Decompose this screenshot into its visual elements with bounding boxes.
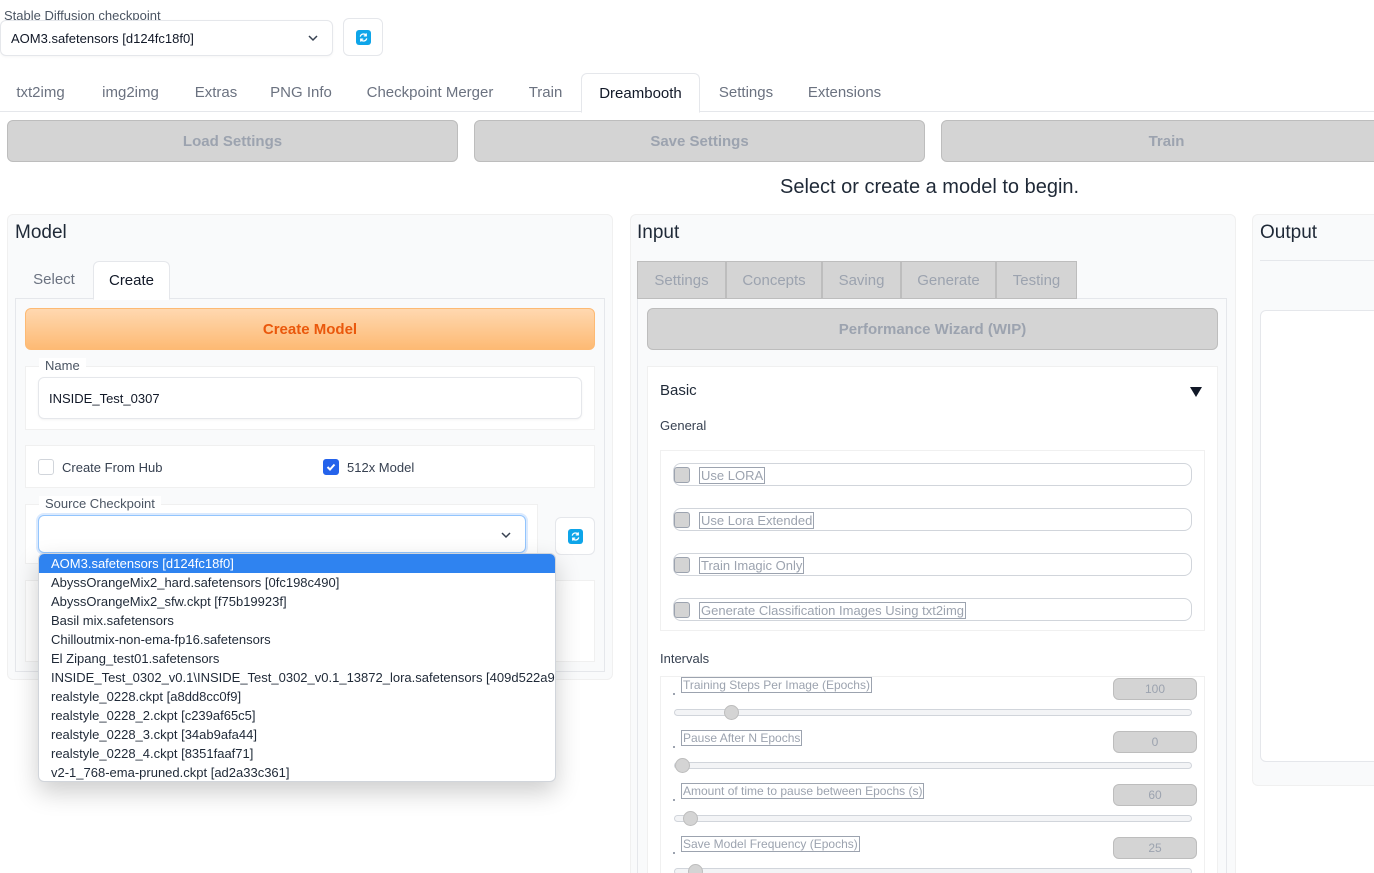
- general-label: General: [660, 418, 707, 433]
- training-steps-input[interactable]: 100: [1113, 678, 1197, 700]
- pause-after-n-epochs-label: Pause After N Epochs: [681, 730, 803, 746]
- use-lora-extended-label: Use Lora Extended: [699, 512, 815, 529]
- dropdown-option[interactable]: AbyssOrangeMix2_sfw.ckpt [f75b19923f]: [39, 592, 555, 611]
- dropdown-option[interactable]: AOM3.safetensors [d124fc18f0]: [39, 554, 555, 573]
- check-icon: [326, 463, 336, 471]
- dropdown-option[interactable]: INSIDE_Test_0302_v0.1\INSIDE_Test_0302_v…: [39, 668, 555, 687]
- use-lora-option[interactable]: Use LORA: [673, 463, 1192, 486]
- slider-marker: [673, 799, 675, 801]
- checkpoint-select[interactable]: AOM3.safetensors [d124fc18f0]: [0, 20, 333, 56]
- train-imagic-only-option[interactable]: Train Imagic Only: [673, 553, 1192, 576]
- pause-after-n-epochs-slider[interactable]: [674, 762, 1192, 769]
- save-model-frequency-slider[interactable]: [674, 868, 1192, 873]
- tab-settings[interactable]: Settings: [705, 73, 787, 112]
- slider-marker: [673, 693, 675, 695]
- tab-train[interactable]: Train: [515, 73, 576, 112]
- output-divider: [1260, 260, 1374, 261]
- tab-checkpoint-merger[interactable]: Checkpoint Merger: [350, 73, 510, 112]
- use-lora-extended-option[interactable]: Use Lora Extended: [673, 508, 1192, 531]
- dropdown-option[interactable]: v2-1_768-ema-pruned.ckpt [ad2a33c361]: [39, 763, 555, 781]
- tab-model-select[interactable]: Select: [15, 261, 93, 299]
- use-lora-extended-checkbox[interactable]: [674, 512, 690, 528]
- output-gallery: [1260, 310, 1374, 762]
- dropdown-option[interactable]: El Zipang_test01.safetensors: [39, 649, 555, 668]
- train-imagic-only-label: Train Imagic Only: [699, 557, 805, 574]
- intervals-label: Intervals: [660, 651, 710, 666]
- tab-input-settings[interactable]: Settings: [637, 261, 726, 299]
- chevron-down-icon: [501, 532, 511, 539]
- tab-input-concepts[interactable]: Concepts: [726, 261, 822, 299]
- save-model-frequency-label: Save Model Frequency (Epochs): [681, 836, 860, 852]
- pause-time-slider-thumb[interactable]: [683, 811, 698, 826]
- tab-txt2img[interactable]: txt2img: [0, 73, 81, 112]
- basic-section-title[interactable]: Basic: [660, 382, 697, 399]
- pause-after-n-epochs-slider-thumb[interactable]: [675, 758, 690, 773]
- generate-classification-option[interactable]: Generate Classification Images Using txt…: [673, 598, 1192, 621]
- checkpoint-value: AOM3.safetensors [d124fc18f0]: [11, 30, 194, 46]
- 512x-model-label: 512x Model: [347, 460, 415, 475]
- training-steps-label: Training Steps Per Image (Epochs): [681, 677, 872, 693]
- dropdown-option[interactable]: realstyle_0228_2.ckpt [c239af65c5]: [39, 706, 555, 725]
- tab-input-testing[interactable]: Testing: [996, 261, 1077, 299]
- create-from-hub-label: Create From Hub: [62, 460, 163, 475]
- source-checkpoint-select[interactable]: [38, 515, 526, 553]
- save-settings-button[interactable]: Save Settings: [474, 120, 925, 162]
- name-label: Name: [39, 358, 86, 373]
- pause-time-slider[interactable]: [674, 815, 1192, 822]
- output-panel-title: Output: [1260, 222, 1318, 243]
- refresh-icon: [567, 528, 583, 544]
- source-checkpoint-dropdown: AOM3.safetensors [d124fc18f0] AbyssOrang…: [38, 553, 556, 782]
- input-panel-title: Input: [637, 222, 680, 243]
- dropdown-option[interactable]: Basil mix.safetensors: [39, 611, 555, 630]
- train-button[interactable]: Train: [941, 120, 1374, 162]
- main-tab-bar: txt2img img2img Extras PNG Info Checkpoi…: [0, 73, 1374, 113]
- generate-classification-label: Generate Classification Images Using txt…: [699, 602, 967, 619]
- tab-model-create[interactable]: Create: [93, 261, 170, 300]
- create-from-hub-checkbox[interactable]: [38, 459, 54, 475]
- slider-marker: [673, 852, 675, 854]
- chevron-down-icon: [308, 35, 318, 42]
- tab-input-generate[interactable]: Generate: [901, 261, 996, 299]
- tab-input-saving[interactable]: Saving: [822, 261, 901, 299]
- save-model-frequency-input[interactable]: 25: [1113, 837, 1197, 859]
- tab-extensions[interactable]: Extensions: [792, 73, 897, 112]
- model-panel-title: Model: [15, 222, 67, 243]
- refresh-icon: [355, 29, 371, 45]
- slider-marker: [673, 746, 675, 748]
- dropdown-option[interactable]: AbyssOrangeMix2_hard.safetensors [0fc198…: [39, 573, 555, 592]
- source-checkpoint-label: Source Checkpoint: [39, 496, 161, 511]
- create-model-button[interactable]: Create Model: [25, 308, 595, 350]
- use-lora-label: Use LORA: [699, 467, 766, 484]
- use-lora-checkbox[interactable]: [674, 467, 690, 483]
- pause-time-label: Amount of time to pause between Epochs (…: [681, 783, 925, 799]
- pause-time-input[interactable]: 60: [1113, 784, 1197, 806]
- performance-wizard-button[interactable]: Performance Wizard (WIP): [647, 308, 1218, 350]
- name-value: INSIDE_Test_0307: [49, 390, 160, 406]
- checkpoint-refresh-button[interactable]: [343, 18, 383, 56]
- tab-img2img[interactable]: img2img: [86, 73, 175, 112]
- 512x-model-checkbox[interactable]: [323, 459, 339, 475]
- pause-after-n-epochs-input[interactable]: 0: [1113, 731, 1197, 753]
- save-model-frequency-slider-thumb[interactable]: [688, 864, 703, 873]
- status-message: Select or create a model to begin.: [780, 176, 1080, 198]
- dropdown-option[interactable]: realstyle_0228_3.ckpt [34ab9afa44]: [39, 725, 555, 744]
- name-input[interactable]: INSIDE_Test_0307: [38, 377, 582, 419]
- tab-png-info[interactable]: PNG Info: [257, 73, 345, 112]
- training-steps-slider-thumb[interactable]: [724, 705, 739, 720]
- dropdown-option[interactable]: realstyle_0228.ckpt [a8dd8cc0f9]: [39, 687, 555, 706]
- tab-extras[interactable]: Extras: [180, 73, 252, 112]
- load-settings-button[interactable]: Load Settings: [7, 120, 458, 162]
- dropdown-option[interactable]: realstyle_0228_4.ckpt [8351faaf71]: [39, 744, 555, 763]
- source-checkpoint-refresh-button[interactable]: [555, 517, 595, 555]
- dropdown-option[interactable]: Chilloutmix-non-ema-fp16.safetensors: [39, 630, 555, 649]
- generate-classification-checkbox[interactable]: [674, 602, 690, 618]
- collapse-triangle-icon[interactable]: [1189, 386, 1203, 398]
- tab-dreambooth[interactable]: Dreambooth: [581, 73, 700, 113]
- train-imagic-only-checkbox[interactable]: [674, 557, 690, 573]
- training-steps-slider[interactable]: [674, 709, 1192, 716]
